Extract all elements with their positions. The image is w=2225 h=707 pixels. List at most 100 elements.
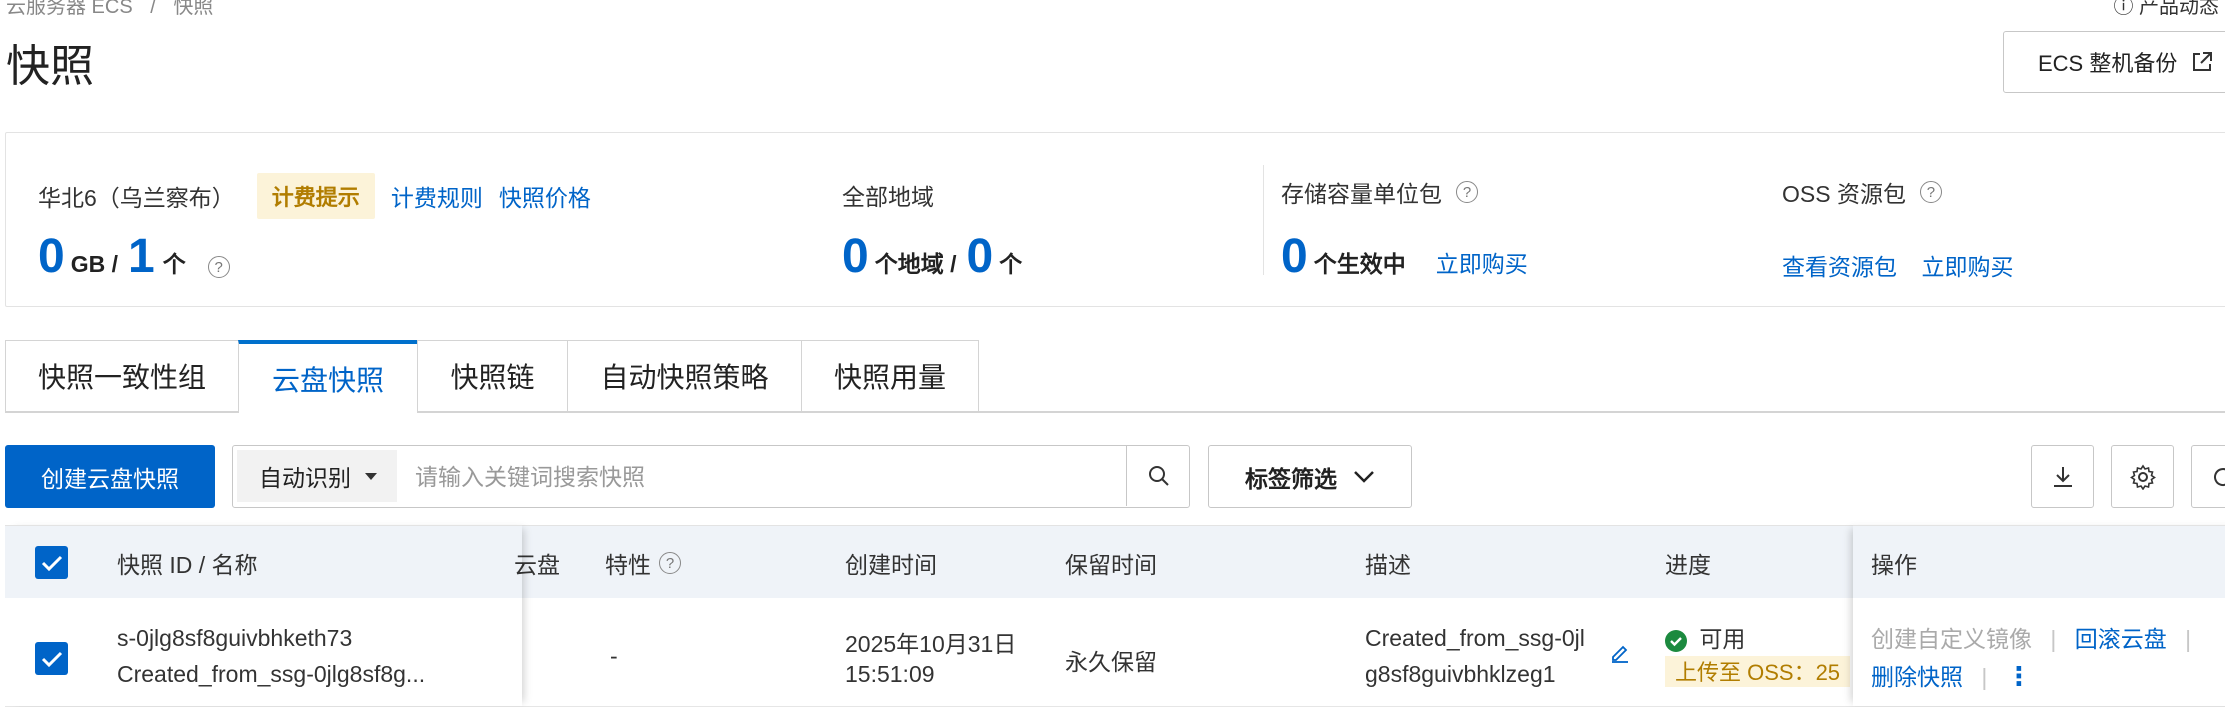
table-row: s-0jlg8sf8guivbhketh73 Created_from_ssg-…	[5, 598, 2225, 707]
create-disk-snapshot-button[interactable]: 创建云盘快照	[5, 445, 215, 508]
created-time: 15:51:09	[845, 661, 935, 688]
view-resource-pkg-link[interactable]: 查看资源包	[1782, 254, 1897, 280]
check-circle-icon	[1665, 630, 1687, 652]
tag-filter-button[interactable]: 标签筛选	[1208, 445, 1412, 508]
product-news-link[interactable]: ⓘ 产品动态	[2113, 0, 2219, 19]
search-type-select[interactable]: 自动识别	[237, 450, 397, 502]
col-progress: 进度	[1665, 526, 1711, 599]
summary-card: 华北6（乌兰察布） 计费提示 计费规则 快照价格 0 GB / 1 个 ? 全部…	[5, 132, 2225, 307]
tab-auto-snapshot-policy[interactable]: 自动快照策略	[567, 340, 802, 412]
snapshot-count-value: 1	[128, 229, 155, 284]
snapshot-id-link[interactable]: s-0jlg8sf8guivbhketh73	[117, 625, 352, 652]
row-checkbox[interactable]	[35, 642, 68, 675]
tag-filter-label: 标签筛选	[1245, 460, 1337, 494]
search-type-label: 自动识别	[259, 459, 351, 493]
billing-rules-link[interactable]: 计费规则	[391, 179, 483, 213]
rollback-disk-action[interactable]: 回滚云盘	[2075, 626, 2167, 652]
gear-icon	[2130, 464, 2156, 490]
refresh-icon	[2210, 464, 2225, 490]
info-circle-icon: ⓘ	[2113, 0, 2133, 18]
help-icon[interactable]: ?	[659, 552, 681, 574]
tab-snapshot-usage[interactable]: 快照用量	[801, 340, 979, 412]
download-icon	[2050, 464, 2076, 490]
oss-pkg-row: OSS 资源包 ?	[1782, 175, 1942, 209]
tab-snapshot-chain[interactable]: 快照链	[417, 340, 568, 412]
download-button[interactable]	[2031, 445, 2094, 508]
breadcrumb: 云服务器 ECS / 快照	[6, 0, 213, 19]
region-usage: 0 GB / 1 个 ?	[38, 229, 230, 284]
create-custom-image-action[interactable]: 创建自定义镜像	[1871, 626, 2032, 652]
snapshot-price-link[interactable]: 快照价格	[499, 179, 591, 213]
description-line-2: g8sf8guivbhklzeg1	[1365, 661, 1556, 688]
select-all-checkbox[interactable]	[35, 546, 68, 579]
regions-total-value: 0	[966, 229, 993, 284]
help-icon[interactable]: ?	[1920, 181, 1942, 203]
storage-pkg-value: 0	[1281, 229, 1308, 284]
oss-upload-cell: 上传至 OSS：25	[1665, 655, 1855, 687]
help-icon[interactable]: ?	[208, 256, 230, 278]
status-label: 可用	[1699, 626, 1745, 652]
table-header: 快照 ID / 名称 云盘 特性 ? 创建时间 保留时间 描述 进度 操作	[5, 525, 2225, 599]
col-created-time: 创建时间	[845, 526, 937, 599]
pencil-icon	[1609, 642, 1631, 664]
refresh-button[interactable]	[2191, 445, 2225, 508]
actions-line-2: 删除快照 | ⋮	[1871, 658, 2032, 692]
search-icon	[1147, 464, 1171, 488]
separator: |	[1981, 664, 1987, 690]
more-vertical-icon[interactable]: ⋮	[2006, 661, 2032, 691]
regions-total-unit: 个	[999, 245, 1022, 279]
breadcrumb-current: 快照	[173, 0, 213, 18]
region-label: 华北6（乌兰察布）	[38, 179, 235, 213]
storage-pkg-usage: 0 个生效中 立即购买	[1281, 229, 1528, 284]
col-feature-label: 特性	[605, 546, 651, 580]
col-retention: 保留时间	[1065, 526, 1157, 599]
external-link-icon	[2191, 51, 2213, 73]
settings-button[interactable]	[2111, 445, 2174, 508]
snapshot-name: Created_from_ssg-0jlg8sf8g...	[117, 661, 425, 688]
storage-pkg-label: 存储容量单位包	[1281, 175, 1442, 209]
col-description: 描述	[1365, 526, 1411, 599]
gb-unit: GB /	[71, 251, 118, 278]
col-id-name: 快照 ID / 名称	[117, 526, 258, 599]
breadcrumb-parent[interactable]: 云服务器 ECS	[6, 0, 133, 18]
used-gb-value: 0	[38, 229, 65, 284]
oss-pkg-label: OSS 资源包	[1782, 175, 1906, 209]
retention-value: 永久保留	[1065, 643, 1157, 677]
ecs-backup-label: ECS 整机备份	[2038, 46, 2177, 78]
tab-disk-snapshots[interactable]: 云盘快照	[238, 340, 418, 413]
select-all-cell	[35, 526, 68, 599]
divider	[1263, 165, 1264, 275]
chevron-down-icon	[1353, 470, 1375, 484]
actions-line-1: 创建自定义镜像 | 回滚云盘 |	[1871, 620, 2203, 654]
page-title: 快照	[6, 30, 94, 94]
buy-now-link[interactable]: 立即购买	[1436, 245, 1528, 279]
billing-tip-badge[interactable]: 计费提示	[257, 173, 375, 219]
delete-snapshot-action[interactable]: 删除快照	[1871, 664, 1963, 690]
check-icon	[41, 650, 63, 668]
feature-value: -	[610, 643, 618, 670]
created-date: 2025年10月31日	[845, 625, 1016, 659]
storage-pkg-unit: 个生效中	[1314, 245, 1406, 279]
storage-pkg-row: 存储容量单位包 ?	[1281, 175, 1478, 209]
tab-consistency-group[interactable]: 快照一致性组	[5, 340, 239, 412]
all-regions-label: 全部地域	[842, 178, 934, 212]
oss-pkg-links: 查看资源包 立即购买	[1782, 248, 2013, 282]
caret-down-icon	[365, 473, 377, 480]
buy-now-link[interactable]: 立即购买	[1921, 254, 2013, 280]
edit-description-button[interactable]	[1609, 642, 1631, 669]
help-icon[interactable]: ?	[1456, 181, 1478, 203]
search-input[interactable]	[413, 452, 1097, 502]
product-news-label: 产品动态	[2139, 0, 2219, 18]
ecs-backup-button[interactable]: ECS 整机备份	[2003, 31, 2225, 93]
col-actions: 操作	[1871, 526, 1917, 599]
status-cell: 可用	[1665, 620, 1745, 654]
oss-upload-badge: 上传至 OSS：25	[1665, 656, 1850, 687]
regions-value: 0	[842, 229, 869, 284]
search-box: 自动识别	[232, 445, 1190, 508]
region-row: 华北6（乌兰察布） 计费提示 计费规则 快照价格	[38, 173, 591, 219]
search-button[interactable]	[1126, 446, 1190, 506]
separator: |	[2050, 626, 2056, 652]
regions-unit: 个地域 /	[875, 245, 957, 279]
separator: |	[2185, 626, 2191, 652]
check-icon	[41, 554, 63, 572]
